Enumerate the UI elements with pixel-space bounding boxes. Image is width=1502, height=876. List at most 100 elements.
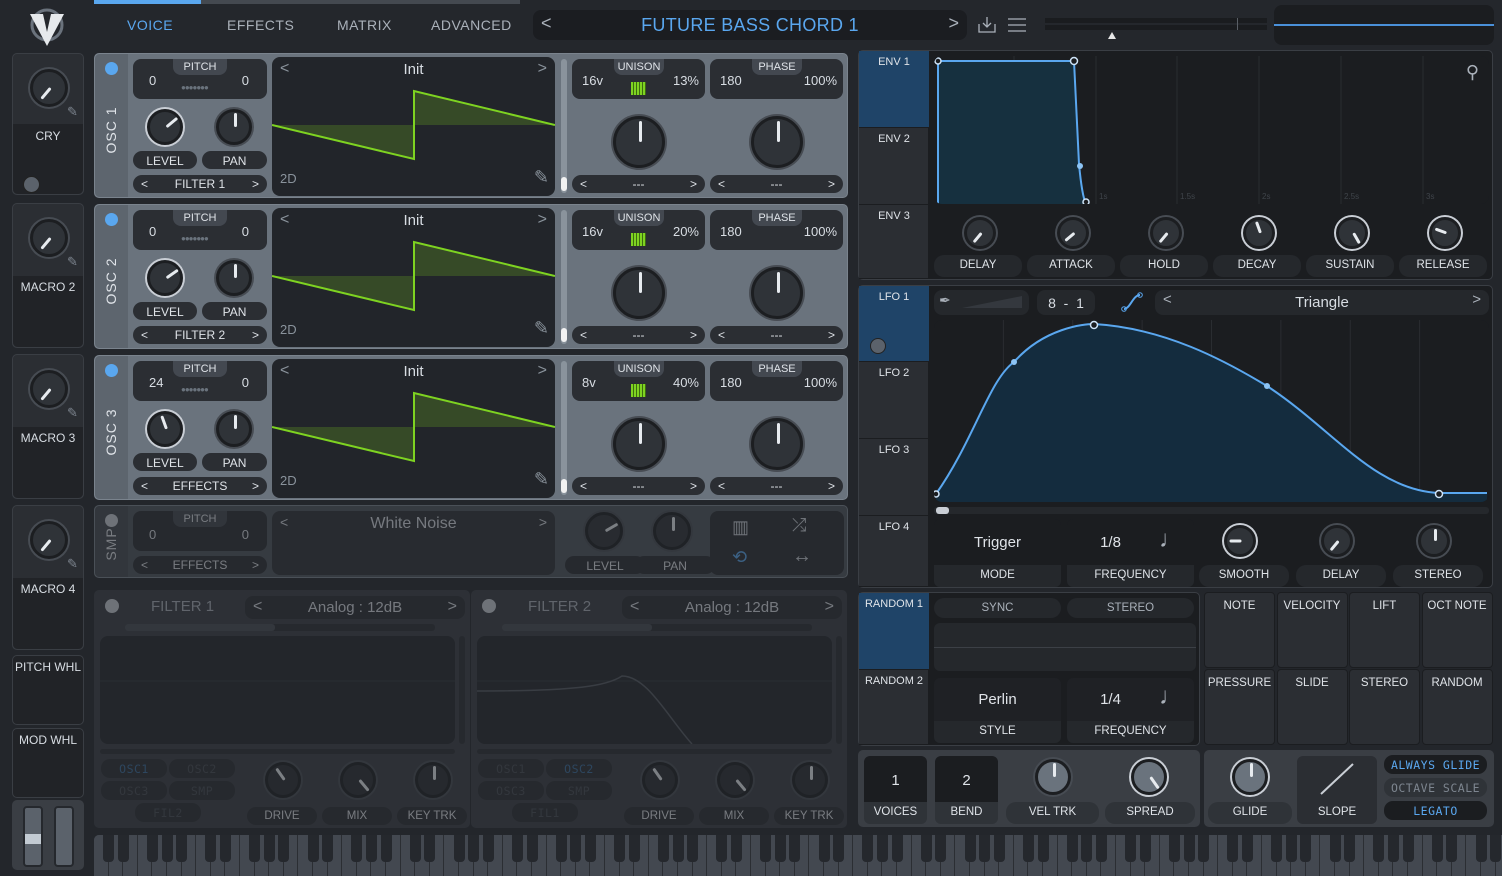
lfo-phase-handle[interactable] — [936, 507, 949, 514]
lfo-mini-knob[interactable] — [870, 338, 886, 354]
black-key[interactable] — [1022, 835, 1034, 862]
phase-randomization[interactable]: 100% — [804, 375, 837, 390]
phase-randomization[interactable]: 100% — [804, 224, 837, 239]
black-key[interactable] — [1402, 835, 1414, 862]
osc-3-toggle[interactable] — [105, 364, 118, 377]
tab-lfo-1[interactable]: LFO 1 — [859, 286, 929, 362]
macro-1[interactable]: ✎ CRY — [12, 53, 84, 195]
black-key[interactable] — [511, 835, 523, 862]
macro-2[interactable]: ✎ MACRO 2 — [12, 203, 84, 348]
osc-1-pitch[interactable]: PITCH 0 0 ●●●●●●● — [133, 59, 267, 99]
lfo-smooth-knob[interactable] — [1224, 525, 1256, 557]
filter-source-osc3[interactable]: OSC3 — [101, 781, 167, 800]
black-key[interactable] — [322, 835, 334, 862]
black-key[interactable] — [555, 835, 567, 862]
filter-drive-knob[interactable] — [642, 762, 678, 798]
paint-tool[interactable]: ✒ — [934, 290, 1029, 315]
osc-1-unison-knob[interactable] — [613, 116, 665, 168]
osc-1-phase-mod-selector[interactable]: < --- > — [710, 175, 843, 193]
black-key[interactable] — [730, 835, 742, 862]
tab-random-2[interactable]: RANDOM 2 — [859, 670, 929, 745]
preset-name[interactable]: FUTURE BASS CHORD 1 — [533, 15, 967, 36]
mod-source-note[interactable]: NOTE — [1204, 592, 1275, 668]
black-key[interactable] — [1373, 835, 1385, 862]
osc-3-destination-selector[interactable]: < EFFECTS > — [133, 477, 267, 495]
bend-value[interactable]: 2 — [935, 756, 998, 804]
filter-response-graph[interactable] — [477, 636, 832, 744]
prev-icon[interactable]: < — [141, 479, 148, 493]
pitch-coarse-value[interactable]: 0 — [149, 224, 156, 239]
random-style-value[interactable]: Perlin — [934, 678, 1061, 722]
osc-2-destination-selector[interactable]: < FILTER 2 > — [133, 326, 267, 344]
lfo-stereo-knob[interactable] — [1418, 525, 1450, 557]
filter-response-graph[interactable] — [100, 636, 455, 744]
unison-detune[interactable]: 20% — [673, 224, 699, 239]
black-key[interactable] — [993, 835, 1005, 862]
black-key[interactable] — [1168, 835, 1180, 862]
black-key[interactable] — [351, 835, 363, 862]
black-key[interactable] — [176, 835, 188, 862]
octave-scale-toggle[interactable]: OCTAVE SCALE — [1384, 778, 1487, 797]
black-key[interactable] — [657, 835, 669, 862]
black-key[interactable] — [103, 835, 115, 862]
black-key[interactable] — [979, 835, 991, 862]
sampler-dest-selector[interactable]: < EFFECTS > — [133, 556, 267, 574]
pitch-fine-value[interactable]: 0 — [242, 224, 249, 239]
osc-2-phase-knob[interactable] — [751, 267, 803, 319]
mod-source-velocity[interactable]: VELOCITY — [1276, 592, 1348, 668]
black-key[interactable] — [117, 835, 129, 862]
env-sustain-knob[interactable] — [1336, 217, 1368, 249]
black-key[interactable] — [1344, 835, 1356, 862]
random-phase-icon[interactable]: ⤮ — [792, 515, 806, 536]
sample-display[interactable]: < White Noise > — [272, 511, 555, 575]
black-key[interactable] — [1066, 835, 1078, 862]
tab-random-1[interactable]: RANDOM 1 — [859, 593, 929, 670]
env-decay-knob[interactable] — [1243, 217, 1275, 249]
filter-cutoff-slider[interactable] — [100, 749, 455, 754]
filter-source-osc2[interactable]: OSC2 — [169, 759, 235, 778]
pitch-coarse-value[interactable]: 0 — [149, 73, 156, 88]
lfo-mode-value[interactable]: Trigger — [934, 519, 1061, 567]
black-key[interactable] — [1329, 835, 1341, 862]
black-key[interactable] — [1139, 835, 1151, 862]
black-key[interactable] — [818, 835, 830, 862]
filter-blend-slider[interactable] — [502, 624, 812, 631]
pencil-icon[interactable]: ✎ — [67, 254, 78, 270]
black-key[interactable] — [1271, 835, 1283, 862]
black-key[interactable] — [687, 835, 699, 862]
lfo-delay-knob[interactable] — [1321, 525, 1353, 557]
pencil-icon[interactable]: ✎ — [67, 556, 78, 572]
black-key[interactable] — [1095, 835, 1107, 862]
osc-2-unison[interactable]: UNISON 16v 20% — [572, 210, 705, 250]
filter-source-smp[interactable]: SMP — [546, 781, 612, 800]
filter-resonance-slider[interactable] — [459, 636, 465, 744]
lfo-shape-selector[interactable]: < Triangle > — [1155, 290, 1489, 315]
random-sync-toggle[interactable]: SYNC — [934, 598, 1061, 618]
osc-1-pan-knob[interactable] — [216, 109, 252, 145]
black-key[interactable] — [526, 835, 538, 862]
tab-matrix[interactable]: MATRIX — [337, 17, 392, 33]
loop-icon[interactable]: ⟲ — [732, 547, 747, 568]
spectral-mode[interactable]: 2D — [280, 322, 297, 337]
unison-detune[interactable]: 13% — [673, 73, 699, 88]
black-key[interactable] — [1125, 835, 1137, 862]
black-key[interactable] — [1081, 835, 1093, 862]
black-key[interactable] — [1241, 835, 1253, 862]
black-key[interactable] — [774, 835, 786, 862]
preset-next-button[interactable]: > — [948, 13, 959, 34]
macro-2-knob[interactable] — [30, 219, 68, 257]
osc-2-unison-mod-selector[interactable]: < --- > — [572, 326, 705, 344]
phase-value[interactable]: 180 — [720, 73, 742, 88]
osc-3-phase-mod-selector[interactable]: < --- > — [710, 477, 843, 495]
voices-value[interactable]: 1 — [864, 756, 927, 804]
black-key[interactable] — [482, 835, 494, 862]
menu-button[interactable] — [1008, 17, 1026, 38]
mod-source-random[interactable]: RANDOM — [1421, 669, 1493, 745]
black-key[interactable] — [468, 835, 480, 862]
filter-source-osc1[interactable]: OSC1 — [101, 759, 167, 778]
black-key[interactable] — [935, 835, 947, 862]
osc-1-phase-knob[interactable] — [751, 116, 803, 168]
mod-source-lift[interactable]: LIFT — [1349, 592, 1420, 668]
tab-lfo-4[interactable]: LFO 4 — [859, 516, 929, 587]
pitch-fine-value[interactable]: 0 — [242, 375, 249, 390]
